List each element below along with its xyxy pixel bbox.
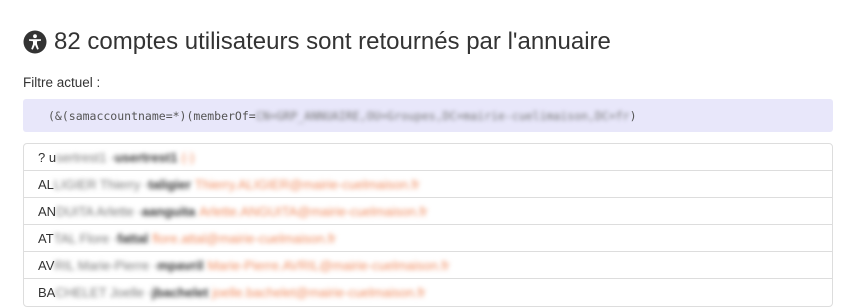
user-list: ? u sertrest1 - usertrest1 (-) AL LIGIER… bbox=[23, 143, 833, 307]
user-login: mpavril bbox=[157, 257, 204, 273]
user-login: usertrest1 bbox=[114, 149, 178, 165]
user-name-redacted: RIL Marie-Pierre - bbox=[54, 257, 158, 273]
list-item[interactable]: ? u sertrest1 - usertrest1 (-) bbox=[24, 144, 832, 171]
user-name-prefix: AT bbox=[38, 230, 54, 246]
user-email[interactable]: Thierry.ALIGIER@mairie-cuelmaison.fr bbox=[195, 177, 420, 192]
user-name-prefix: AL bbox=[38, 176, 54, 192]
user-email[interactable]: joelle.bachelet@mairie-cuelmaison.fr bbox=[212, 285, 425, 300]
user-name-prefix: ? u bbox=[38, 149, 57, 165]
user-email[interactable]: flore.attal@mairie-cuelmaison.fr bbox=[152, 231, 336, 246]
user-name-prefix: AV bbox=[38, 257, 55, 273]
filter-query-closing: ) bbox=[629, 108, 637, 123]
user-email[interactable]: Arlette.ANGUITA@mairie-cuelmaison.fr bbox=[199, 204, 427, 219]
filter-query-redacted: CN=GRP_ANNUAIRE,OU=Groupes,DC=mairie-cue… bbox=[255, 108, 630, 123]
user-name-redacted: LIGIER Thierry - bbox=[53, 176, 149, 192]
user-name-redacted: TAL Flore - bbox=[53, 230, 118, 246]
user-name-prefix: BA bbox=[38, 285, 56, 300]
user-login: fattal bbox=[117, 230, 149, 246]
list-item[interactable]: AV RIL Marie-Pierre - mpavril Marie-Pier… bbox=[24, 252, 832, 279]
user-email[interactable]: Marie-Pierre.AVRIL@mairie-cuelmaison.fr bbox=[207, 258, 449, 273]
list-item[interactable]: AL LIGIER Thierry - taligier Thierry.ALI… bbox=[24, 171, 832, 198]
user-email[interactable]: (-) bbox=[181, 150, 194, 165]
page-title: 82 comptes utilisateurs sont retournés p… bbox=[23, 28, 611, 56]
user-name-prefix: AN bbox=[38, 203, 57, 219]
list-item[interactable]: AN DUITA Arlette - aanguita Arlette.ANGU… bbox=[24, 198, 832, 225]
user-name-redacted: CHELET Joelle - bbox=[55, 285, 152, 300]
page-title-text: 82 comptes utilisateurs sont retournés p… bbox=[54, 28, 611, 55]
user-login: aanguita bbox=[141, 203, 196, 219]
filter-label: Filtre actuel : bbox=[23, 75, 101, 90]
filter-query-visible: (&(samaccountname=*)(memberOf= bbox=[48, 108, 256, 123]
page: 82 comptes utilisateurs sont retournés p… bbox=[0, 0, 847, 307]
list-item[interactable]: BA CHELET Joelle - jbachelet joelle.bach… bbox=[24, 279, 832, 306]
list-item[interactable]: AT TAL Flore - fattal flore.attal@mairie… bbox=[24, 225, 832, 252]
filter-query: (&(samaccountname=*)(memberOf= CN=GRP_AN… bbox=[23, 99, 833, 132]
user-name-redacted: DUITA Arlette - bbox=[56, 203, 142, 219]
accessibility-icon bbox=[23, 30, 47, 54]
user-name-redacted: sertrest1 - bbox=[56, 149, 115, 165]
user-login: jbachelet bbox=[151, 285, 209, 300]
user-login: taligier bbox=[148, 176, 191, 192]
